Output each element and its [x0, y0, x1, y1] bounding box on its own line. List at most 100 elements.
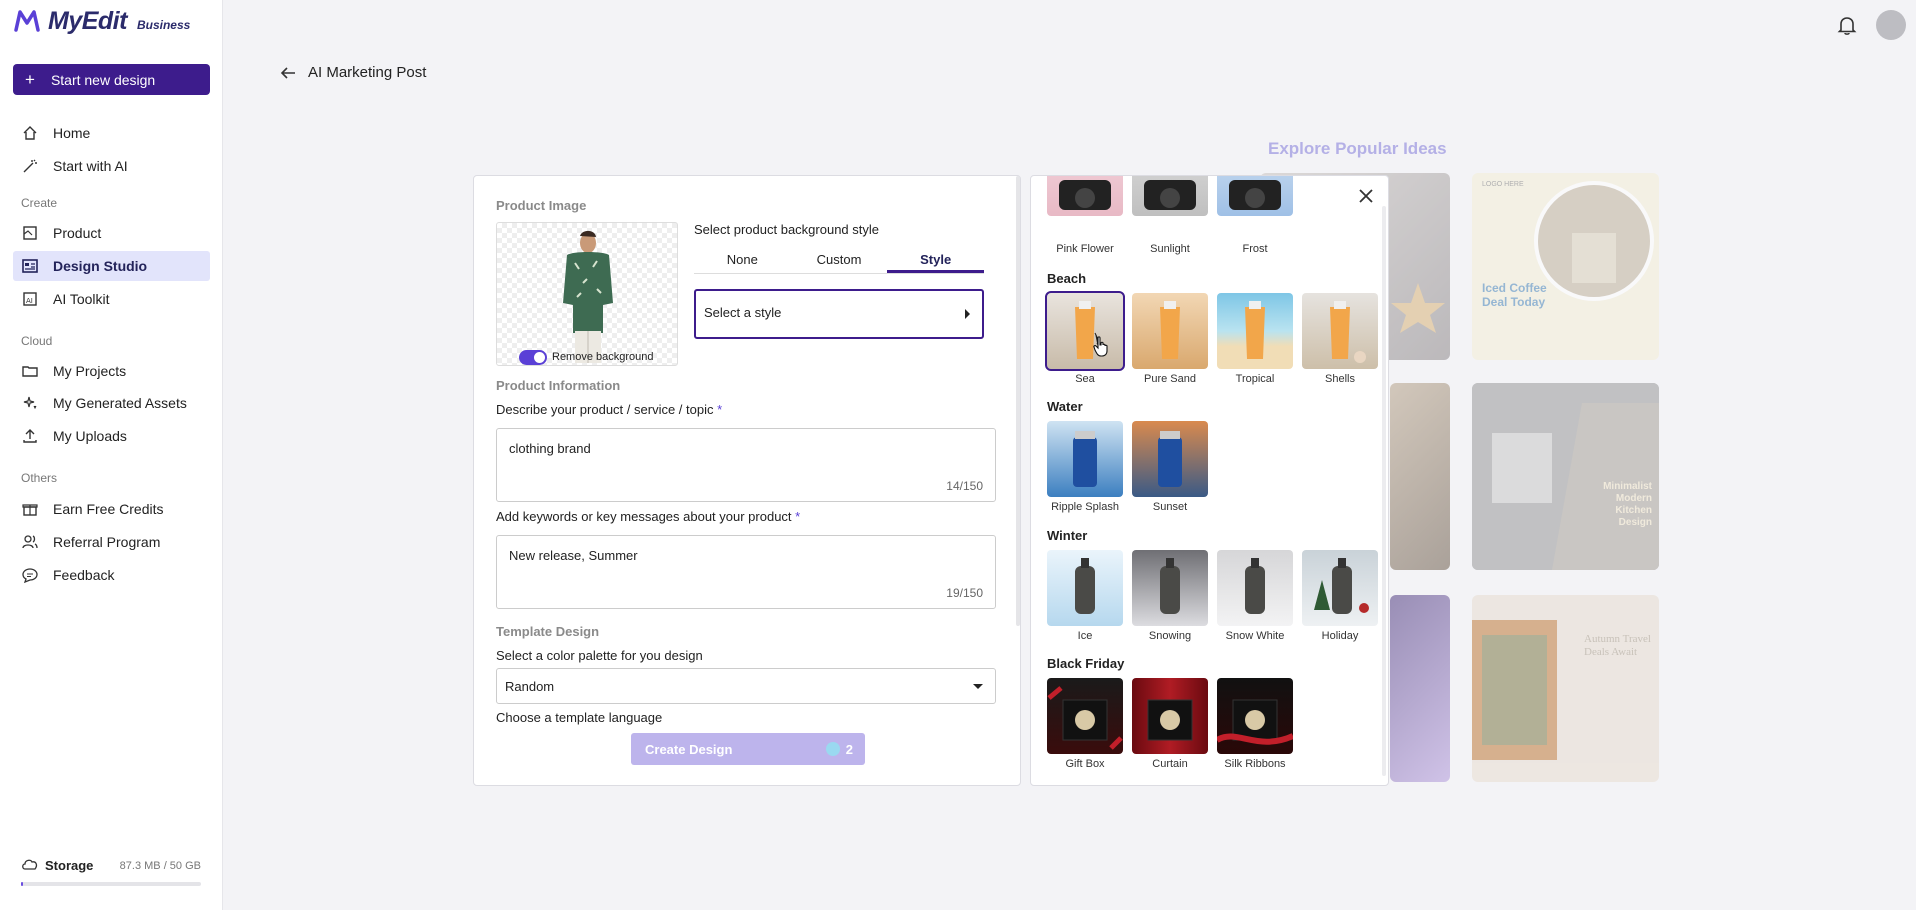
describe-count: 14/150 — [946, 479, 983, 493]
style-name: Frost — [1242, 243, 1268, 255]
create-design-button[interactable]: Create Design 2 — [631, 733, 865, 765]
style-name: Ripple Splash — [1051, 501, 1119, 513]
sidebar-item-label: My Generated Assets — [53, 395, 187, 411]
page-title: AI Marketing Post — [308, 64, 427, 81]
style-thumb-silk-ribbons[interactable] — [1217, 678, 1293, 754]
language-label: Choose a template language — [496, 710, 663, 725]
style-thumb-curtain[interactable] — [1132, 678, 1208, 754]
tab-none[interactable]: None — [694, 252, 791, 273]
product-image-box[interactable]: Remove background — [496, 222, 678, 366]
sidebar-item-label: Referral Program — [53, 534, 161, 550]
sidebar-item-my-generated-assets[interactable]: My Generated Assets — [13, 388, 210, 418]
sidebar-item-label: Feedback — [53, 567, 115, 583]
sidebar-item-feedback[interactable]: Feedback — [13, 560, 210, 590]
style-thumb-ice[interactable] — [1047, 550, 1123, 626]
required-mark: * — [717, 402, 723, 417]
remove-background-label: Remove background — [552, 351, 654, 363]
sidebar-item-label: Start with AI — [53, 158, 128, 174]
storage-value: 87.3 MB / 50 GB — [119, 859, 201, 872]
style-thumb-sea[interactable] — [1045, 291, 1125, 371]
section-create: Create — [21, 196, 58, 210]
style-thumb-holiday[interactable] — [1302, 550, 1378, 626]
sidebar-item-start-with-ai[interactable]: Start with AI — [13, 151, 210, 181]
style-thumb-art — [1147, 699, 1193, 741]
plus-icon: + — [25, 69, 35, 89]
select-style-label: Select a style — [704, 305, 782, 320]
product-image-label: Product Image — [496, 198, 587, 213]
describe-input[interactable]: clothing brand 14/150 — [496, 428, 996, 502]
style-name: Sea — [1075, 373, 1095, 385]
close-icon[interactable] — [1356, 186, 1376, 206]
marketing-post-form: Product Image Remove background Select p… — [473, 175, 1021, 786]
bg-style-label: Select product background style — [694, 222, 879, 237]
idea-card-autumn-travel[interactable]: Autumn Travel Deals Await — [1472, 595, 1659, 782]
idea-card-title: Autumn Travel Deals Await — [1584, 633, 1651, 658]
hand-cursor-icon — [1093, 336, 1108, 357]
style-thumb-art — [1158, 431, 1182, 487]
style-thumb-ripple-splash[interactable] — [1047, 421, 1123, 497]
logo[interactable]: MyEdit Business — [12, 6, 190, 36]
idea-card-iced-coffee[interactable]: LOGO HERE Iced Coffee Deal Today — [1472, 173, 1659, 360]
style-thumb-sunset[interactable] — [1132, 421, 1208, 497]
caret-right-icon — [965, 309, 970, 319]
form-scrollbar[interactable] — [1016, 176, 1020, 626]
style-thumb-pink-flower[interactable] — [1047, 176, 1123, 216]
product-image — [563, 230, 613, 363]
style-thumb-pure-sand[interactable] — [1132, 293, 1208, 369]
sidebar-item-home[interactable]: Home — [13, 118, 210, 148]
back-button[interactable]: AI Marketing Post — [280, 64, 426, 81]
style-name: Snow White — [1225, 630, 1285, 642]
select-style-button[interactable]: Select a style — [694, 289, 984, 339]
style-thumb-snow-white[interactable] — [1217, 550, 1293, 626]
sidebar-item-label: Design Studio — [53, 258, 148, 274]
tab-style[interactable]: Style — [887, 252, 985, 273]
idea-card[interactable] — [1390, 595, 1450, 782]
style-thumb-snowing[interactable] — [1132, 550, 1208, 626]
panel-scrollbar[interactable] — [1382, 206, 1386, 776]
sidebar-item-ai-toolkit[interactable]: AI AI Toolkit — [13, 284, 210, 314]
category-winter: Winter — [1047, 528, 1088, 543]
keywords-input[interactable]: New release, Summer 19/150 — [496, 535, 996, 609]
idea-card[interactable] — [1390, 383, 1450, 570]
template-design-label: Template Design — [496, 624, 600, 639]
style-thumb-shells[interactable] — [1302, 293, 1378, 369]
chevron-down-icon — [973, 684, 983, 689]
bell-icon[interactable] — [1836, 14, 1858, 36]
product-info-label: Product Information — [496, 378, 621, 393]
cloud-icon — [21, 857, 39, 874]
sidebar-item-product[interactable]: Product — [13, 218, 210, 248]
avatar[interactable] — [1876, 10, 1906, 40]
style-name: Holiday — [1321, 630, 1359, 642]
sidebar-item-earn-free-credits[interactable]: Earn Free Credits — [13, 494, 210, 524]
logo-sub: Business — [136, 18, 191, 32]
style-thumb-frost[interactable] — [1217, 176, 1293, 216]
idea-card-kitchen[interactable]: Minimalist Modern Kitchen Design — [1472, 383, 1659, 570]
palette-label: Select a color palette for you design — [496, 648, 703, 663]
tab-custom[interactable]: Custom — [791, 252, 888, 273]
remove-background-toggle[interactable] — [519, 350, 547, 365]
chat-icon — [21, 566, 39, 584]
category-water: Water — [1047, 399, 1083, 414]
arrow-left-icon — [280, 66, 295, 79]
style-thumb-sunlight[interactable] — [1132, 176, 1208, 216]
style-thumb-art — [1245, 558, 1265, 614]
style-name: Pure Sand — [1144, 373, 1196, 385]
style-picker-panel: Pink Flower Sunlight Frost Beach Sea Pur… — [1030, 175, 1389, 786]
sidebar-item-referral-program[interactable]: Referral Program — [13, 527, 210, 557]
create-design-label: Create Design — [645, 741, 733, 757]
start-new-design-button[interactable]: + Start new design — [13, 64, 210, 95]
sidebar-item-label: Home — [53, 125, 91, 141]
style-name: Silk Ribbons — [1224, 758, 1286, 770]
style-name: Shells — [1325, 373, 1355, 385]
users-icon — [21, 533, 39, 551]
style-thumb-gift-box[interactable] — [1047, 678, 1123, 754]
palette-select[interactable]: Random — [496, 668, 996, 704]
sidebar-item-my-uploads[interactable]: My Uploads — [13, 421, 210, 451]
describe-label: Describe your product / service / topic … — [496, 402, 722, 417]
style-thumb-tropical[interactable] — [1217, 293, 1293, 369]
section-cloud: Cloud — [21, 334, 53, 348]
ai-toolkit-icon: AI — [21, 290, 39, 308]
sidebar-item-design-studio[interactable]: Design Studio — [13, 251, 210, 281]
sidebar-item-my-projects[interactable]: My Projects — [13, 356, 210, 386]
credit-count: 2 — [845, 741, 853, 757]
